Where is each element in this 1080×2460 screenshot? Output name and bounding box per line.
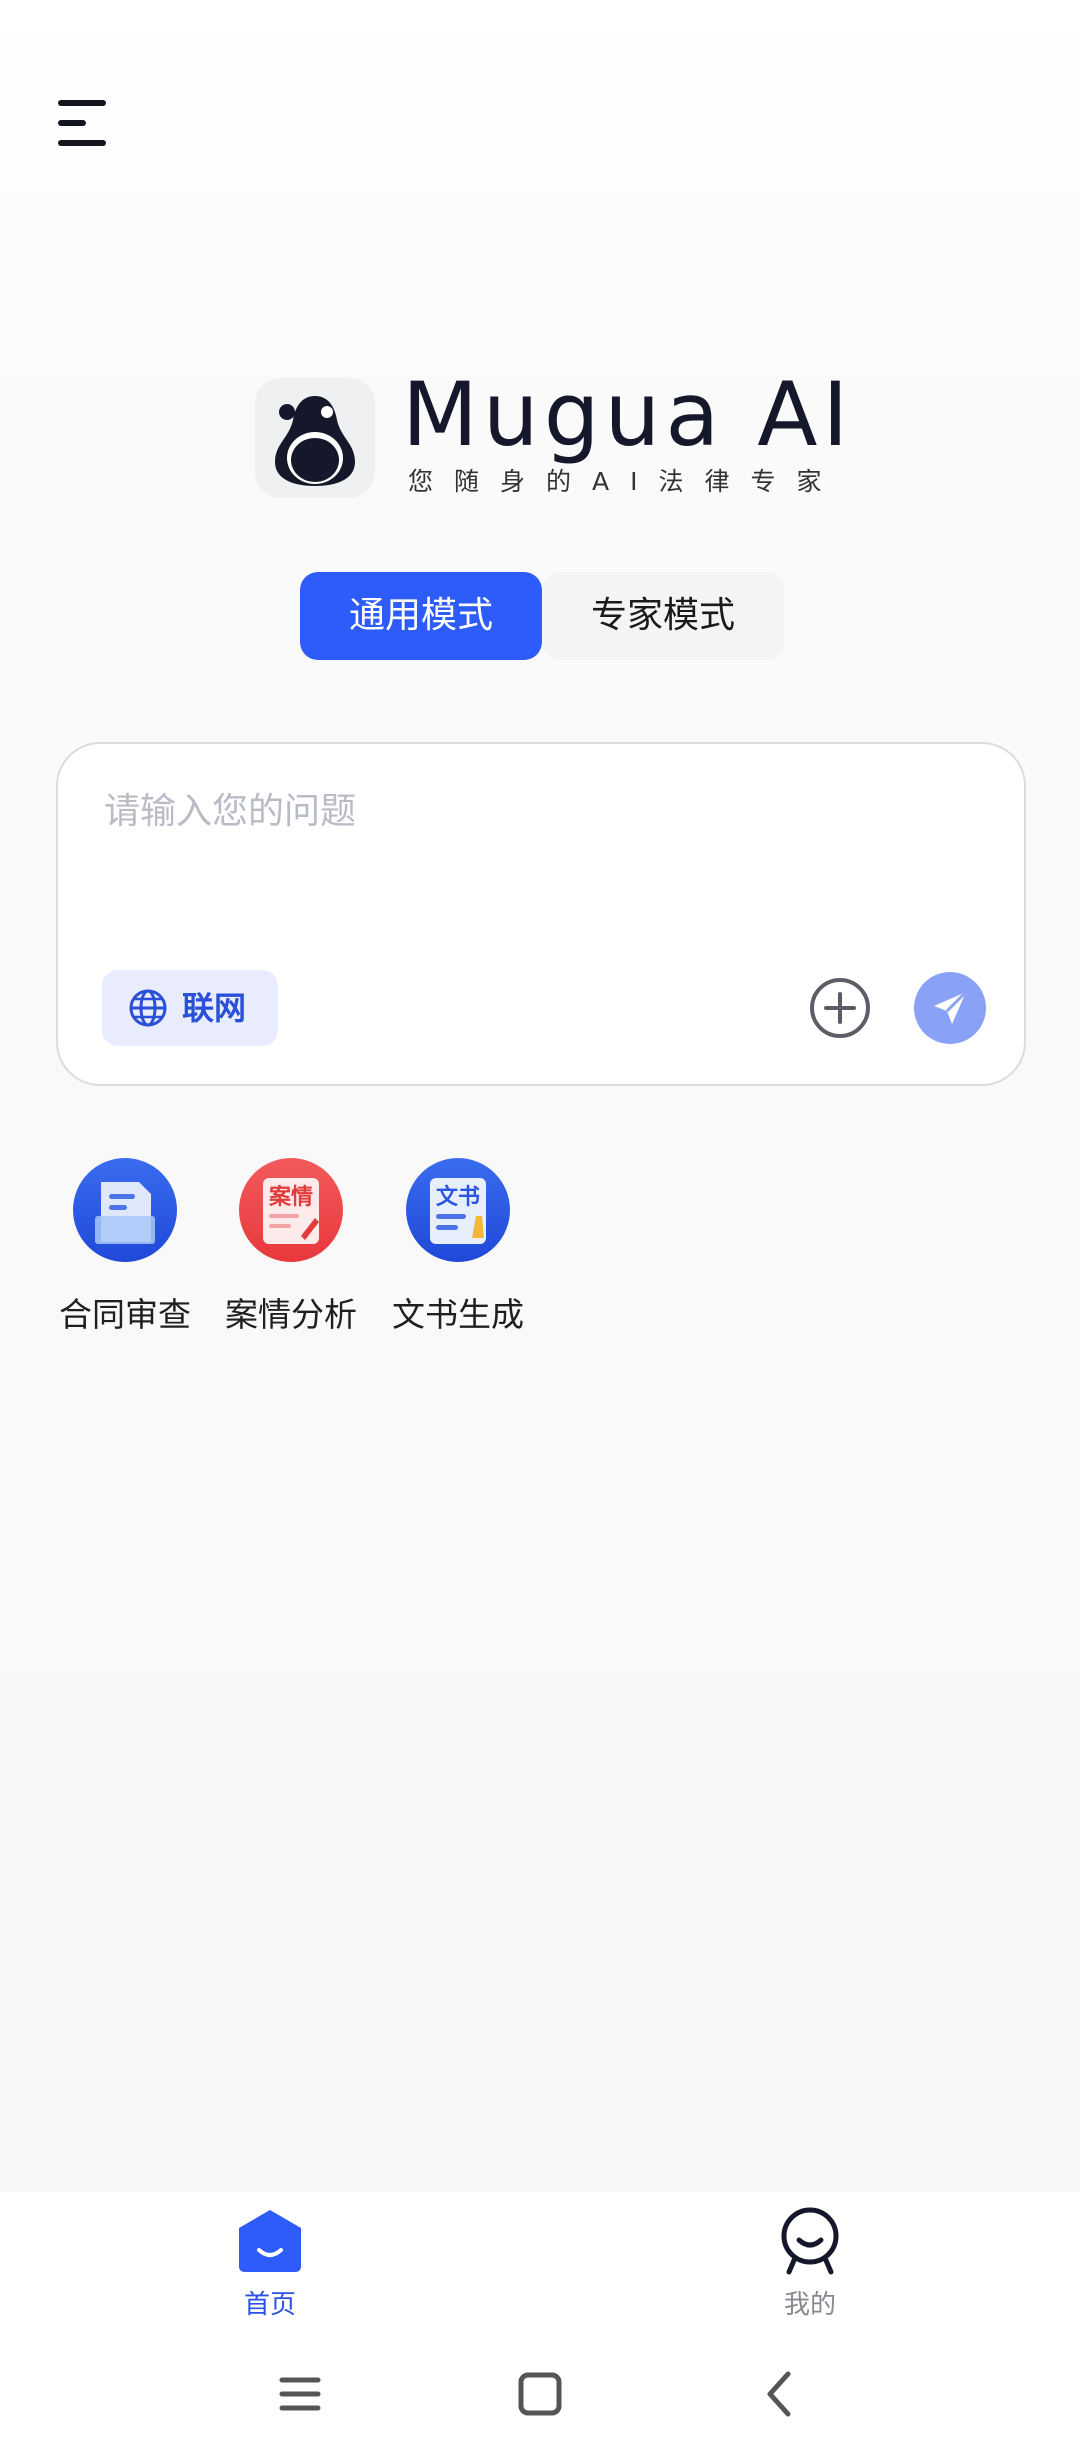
avocado-logo-icon (255, 378, 375, 498)
document-generate-icon: 文书 (406, 1158, 510, 1262)
plus-circle-icon[interactable] (802, 970, 878, 1046)
tab-expert-mode[interactable]: 专家模式 (542, 572, 784, 660)
doc-icon-text: 文书 (436, 1184, 480, 1210)
back-chevron-icon[interactable] (750, 2364, 810, 2424)
send-button[interactable] (914, 972, 986, 1044)
home-icon (239, 2210, 301, 2272)
nav-home[interactable]: 首页 (190, 2206, 350, 2321)
tool-document-generate[interactable]: 文书 文书生成 (388, 1158, 528, 1336)
question-card: 联网 (56, 742, 1026, 1086)
hamburger-menu-icon[interactable] (50, 90, 114, 154)
nav-mine-label: 我的 (783, 2290, 836, 2320)
system-nav-bar (0, 2334, 1080, 2460)
web-search-label: 联网 (182, 989, 247, 1027)
case-analysis-icon: 案情 (239, 1158, 343, 1262)
nav-home-label: 首页 (243, 2290, 296, 2320)
tool-label: 合同审查 (59, 1295, 191, 1334)
tab-general-mode[interactable]: 通用模式 (300, 572, 542, 660)
tool-case-analysis[interactable]: 案情 案情分析 (221, 1158, 361, 1336)
paper-plane-icon (934, 990, 968, 1024)
square-home-icon[interactable] (510, 2364, 570, 2424)
profile-icon (781, 2207, 839, 2275)
question-input[interactable] (102, 780, 966, 842)
brand-tagline: 您随身的AI法律专家 (408, 467, 843, 496)
brand-name: Mugua AI (402, 363, 854, 466)
web-search-toggle[interactable]: 联网 (102, 970, 278, 1046)
contract-review-icon (73, 1158, 177, 1262)
recents-icon[interactable] (270, 2364, 330, 2424)
nav-mine[interactable]: 我的 (730, 2206, 890, 2321)
bottom-nav: 首页 我的 (0, 2192, 1080, 2334)
tool-label: 文书生成 (392, 1295, 524, 1334)
globe-icon (129, 989, 167, 1027)
tool-contract-review[interactable]: 合同审查 (55, 1158, 195, 1336)
tool-label: 案情分析 (225, 1295, 357, 1334)
mode-tabs: 通用模式 专家模式 (300, 572, 784, 660)
case-icon-text: 案情 (268, 1184, 313, 1210)
